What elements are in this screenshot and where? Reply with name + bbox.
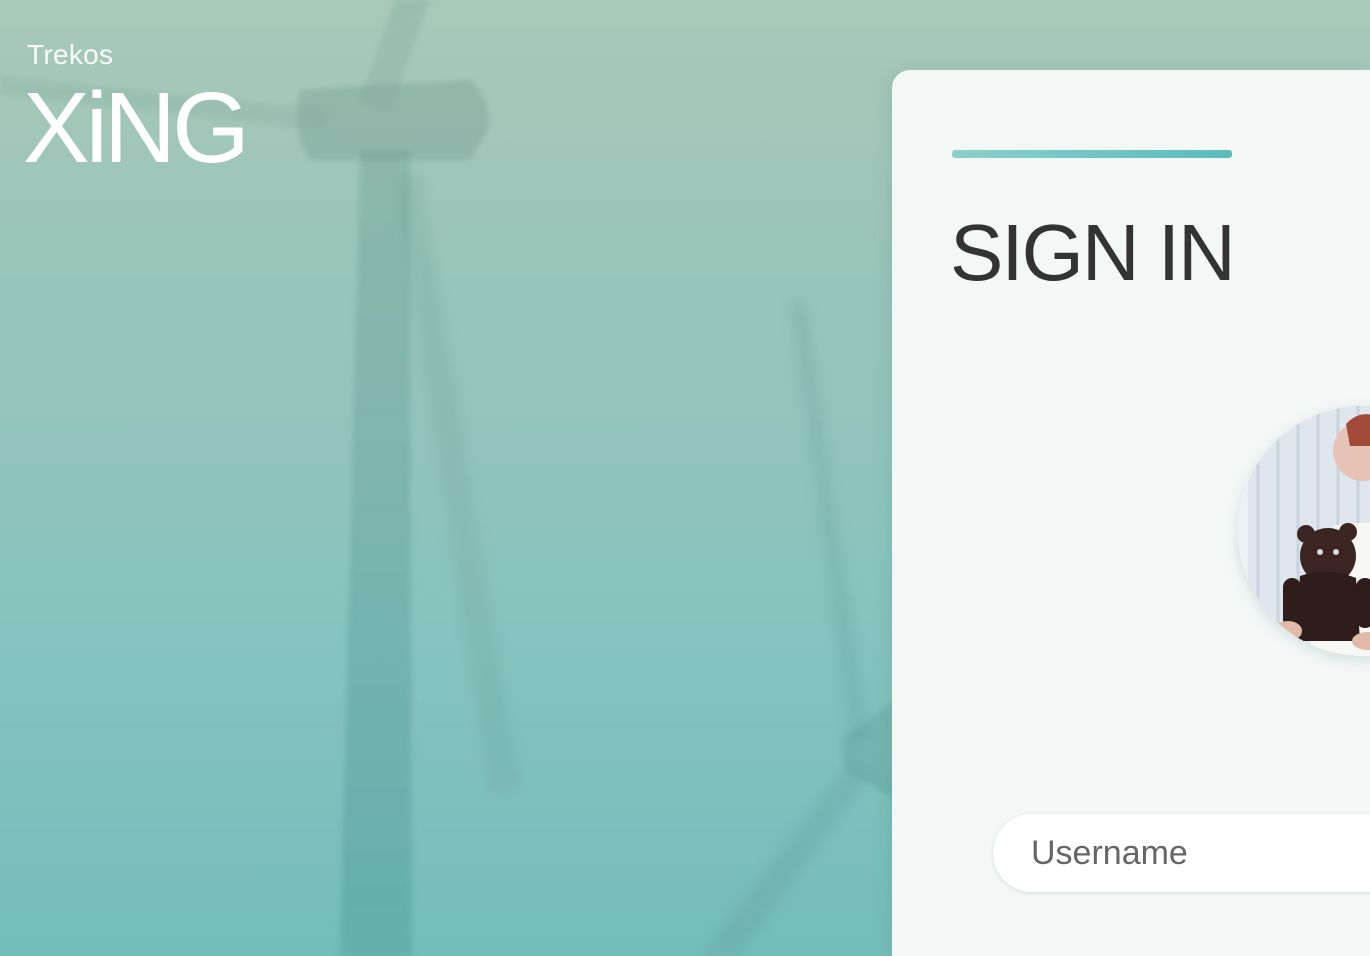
signin-panel: SIGN IN [892,70,1370,956]
username-input[interactable] [1031,814,1370,892]
brand-subtitle: Trekos [27,39,114,70]
brand-title: XiNG [23,72,250,184]
username-field[interactable] [993,814,1370,892]
user-avatar[interactable] [1238,406,1370,656]
accent-bar [952,150,1232,158]
signin-title: SIGN IN [950,208,1236,297]
brand-logo: Trekos XiNG [23,38,250,178]
avatar-photo-icon [1238,406,1370,656]
